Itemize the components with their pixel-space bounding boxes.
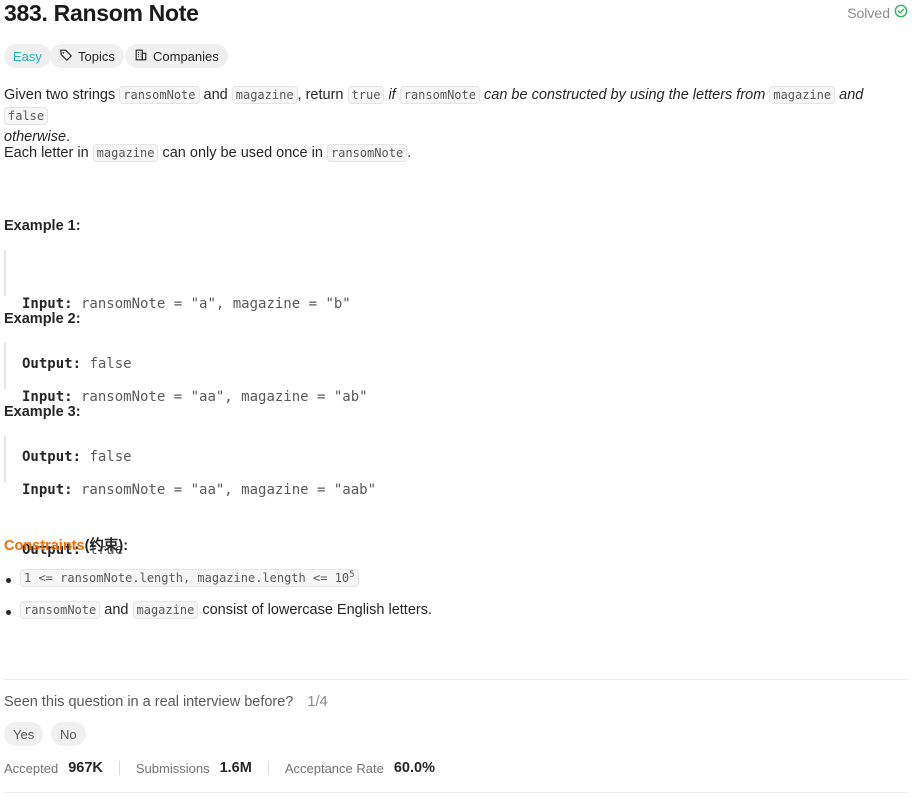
example-2-block: Input: ransomNote = "aa", magazine = "ab… xyxy=(4,343,424,465)
stats-separator xyxy=(267,761,269,775)
exponent: 5 xyxy=(349,570,355,580)
constraints-heading: Constraints(约束): xyxy=(4,534,128,555)
accepted-label: Accepted xyxy=(4,760,59,776)
inline-code: false xyxy=(4,107,49,125)
constraint-code: 1 <= ransomNote.length, magazine.length … xyxy=(24,571,350,585)
example-1-block: Input: ransomNote = "a", magazine = "b" … xyxy=(4,250,424,372)
check-circle-icon xyxy=(894,4,908,21)
example-3-heading: Example 3: xyxy=(4,404,81,420)
input-value: ransomNote = "aa", magazine = "ab" xyxy=(72,389,368,405)
inline-code: magazine xyxy=(231,86,298,104)
constraint-item: 1 <= ransomNote.length, magazine.length … xyxy=(4,569,432,592)
solved-status: Solved xyxy=(847,4,908,21)
inline-code: ransomNote xyxy=(326,144,408,162)
yes-button[interactable]: Yes xyxy=(4,722,44,746)
interview-question-text: Seen this question in a real interview b… xyxy=(4,694,294,710)
accepted-value: 967K xyxy=(68,760,103,776)
inline-code: true xyxy=(347,86,385,104)
divider xyxy=(4,792,909,793)
description-paragraph-1: Given two strings ransomNote and magazin… xyxy=(4,85,909,148)
inline-code: ransomNote xyxy=(119,86,200,104)
companies-label: Companies xyxy=(153,48,219,64)
problem-title: 383. Ransom Note xyxy=(4,0,199,26)
text: and xyxy=(835,87,864,103)
constraints-list: 1 <= ransomNote.length, magazine.length … xyxy=(4,569,433,619)
acceptance-rate-value: 60.0% xyxy=(393,760,435,776)
inline-code: magazine xyxy=(132,601,199,619)
text: and xyxy=(199,87,232,103)
tag-icon xyxy=(59,48,73,65)
text: Given two strings xyxy=(4,87,120,103)
text: if xyxy=(384,87,400,103)
input-label: Input: xyxy=(22,389,73,405)
no-button[interactable]: No xyxy=(51,722,86,746)
example-3-block: Input: ransomNote = "aa", magazine = "aa… xyxy=(4,436,424,558)
text: and xyxy=(100,602,133,618)
text: , return xyxy=(297,87,348,103)
topics-label: Topics xyxy=(78,48,115,64)
difficulty-badge: Easy xyxy=(4,44,51,68)
building-icon xyxy=(134,48,148,65)
text: Each letter in xyxy=(4,145,93,161)
text: can only be used once in xyxy=(158,145,327,161)
text: . xyxy=(407,145,412,161)
submissions-label: Submissions xyxy=(135,760,210,776)
divider xyxy=(4,679,909,680)
example-2-heading: Example 2: xyxy=(4,311,81,327)
solved-label: Solved xyxy=(847,4,890,21)
topics-button[interactable]: Topics xyxy=(50,44,124,68)
interview-count: 1/4 xyxy=(307,694,328,710)
description-paragraph-2: Each letter in magazine can only be used… xyxy=(4,143,411,164)
inline-code: magazine xyxy=(92,144,159,162)
inline-code: 1 <= ransomNote.length, magazine.length … xyxy=(20,569,359,587)
acceptance-rate-label: Acceptance Rate xyxy=(284,760,384,776)
input-value: ransomNote = "a", magazine = "b" xyxy=(72,296,351,312)
text: consist of lowercase English letters. xyxy=(198,602,433,618)
input-label: Input: xyxy=(22,482,73,498)
stats-bar: Accepted 967K Submissions 1.6M Acceptanc… xyxy=(4,760,435,776)
difficulty-label: Easy xyxy=(13,48,42,64)
interview-question: Seen this question in a real interview b… xyxy=(4,694,328,710)
input-label: Input: xyxy=(22,296,73,312)
submissions-value: 1.6M xyxy=(219,760,252,776)
constraint-item: ransomNote and magazine consist of lower… xyxy=(4,601,433,619)
constraints-title: Constraints xyxy=(4,538,85,554)
stats-separator xyxy=(118,761,120,775)
companies-button[interactable]: Companies xyxy=(125,44,228,68)
constraints-suffix: (约束): xyxy=(84,538,129,554)
inline-code: magazine xyxy=(769,86,836,104)
inline-code: ransomNote xyxy=(20,601,101,619)
inline-code: ransomNote xyxy=(399,86,480,104)
text: can be constructed by using the letters … xyxy=(479,87,770,103)
input-value: ransomNote = "aa", magazine = "aab" xyxy=(72,482,377,498)
example-1-heading: Example 1: xyxy=(4,218,81,234)
